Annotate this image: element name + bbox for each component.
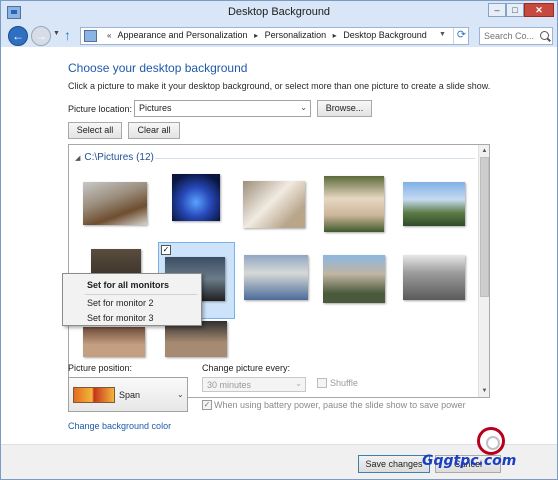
window-title: Desktop Background xyxy=(227,6,331,18)
collapse-triangle-icon[interactable]: ◢ xyxy=(75,155,80,162)
chevron-down-icon: ⌄ xyxy=(295,379,302,388)
picture-location-value: Pictures xyxy=(139,103,172,113)
change-interval-label: Change picture every: xyxy=(202,363,291,373)
instructions-text: Click a picture to make it your desktop … xyxy=(68,81,491,91)
maximize-button[interactable]: □ xyxy=(506,3,524,17)
menu-item-set-monitor-3[interactable]: Set for monitor 3 xyxy=(63,310,201,326)
picture-position-value: Span xyxy=(119,390,141,400)
picture-location-select[interactable]: Pictures ⌄ xyxy=(134,100,311,117)
context-menu: Set for all monitors Set for monitor 2 S… xyxy=(62,273,202,326)
breadcrumb-personalization[interactable]: Personalization xyxy=(265,30,327,40)
menu-item-set-all-monitors[interactable]: Set for all monitors xyxy=(63,277,201,293)
main-content: Choose your desktop background Click a p… xyxy=(1,47,557,479)
up-level-button[interactable]: ↑ xyxy=(64,27,71,43)
address-box[interactable]: « Appearance and Personalization ▸ Perso… xyxy=(80,27,469,45)
picture-thumbnail[interactable] xyxy=(83,327,145,357)
change-interval-select[interactable]: 30 minutes ⌄ xyxy=(202,377,306,392)
group-label: C:\Pictures (12) xyxy=(84,152,154,163)
control-panel-icon xyxy=(84,30,97,42)
breadcrumb-appearance[interactable]: Appearance and Personalization xyxy=(117,30,247,40)
picture-thumbnail[interactable] xyxy=(172,174,220,221)
shuffle-label: Shuffle xyxy=(330,378,358,388)
picture-thumbnail[interactable] xyxy=(403,182,465,226)
page-title: Choose your desktop background xyxy=(68,61,248,75)
save-changes-button[interactable]: Save changes xyxy=(358,455,430,473)
change-interval-value: 30 minutes xyxy=(207,380,252,390)
picture-gallery[interactable]: ◢ C:\Pictures (12) ✓ ▲ ▼ xyxy=(68,144,490,398)
refresh-icon[interactable]: ⟳ xyxy=(453,28,469,44)
shuffle-checkbox[interactable] xyxy=(317,378,327,388)
span-preview-icon xyxy=(73,387,115,403)
scroll-down-icon[interactable]: ▼ xyxy=(479,386,489,396)
battery-pause-label: When using battery power, pause the slid… xyxy=(214,400,466,410)
battery-pause-checkbox[interactable]: ✓ xyxy=(202,400,212,410)
close-button[interactable]: ✕ xyxy=(524,3,554,17)
back-button[interactable]: ← xyxy=(8,26,28,46)
menu-item-set-monitor-2[interactable]: Set for monitor 2 xyxy=(63,295,201,311)
browse-button[interactable]: Browse... xyxy=(317,100,372,117)
breadcrumb-separator-icon: ▸ xyxy=(332,31,337,40)
clear-all-button[interactable]: Clear all xyxy=(128,122,180,139)
breadcrumb-separator-icon: « xyxy=(107,31,112,40)
picture-thumbnail[interactable] xyxy=(403,255,465,300)
minimize-button[interactable]: – xyxy=(488,3,506,17)
watermark-logo-icon xyxy=(477,427,505,455)
scroll-up-icon[interactable]: ▲ xyxy=(479,146,489,156)
search-box[interactable] xyxy=(479,27,553,45)
picture-thumbnail[interactable] xyxy=(323,255,385,303)
recent-pages-dropdown[interactable]: ▼ xyxy=(53,30,60,37)
picture-thumbnail[interactable] xyxy=(324,176,384,232)
select-all-button[interactable]: Select all xyxy=(68,122,122,139)
picture-position-select[interactable]: Span ⌄ xyxy=(68,377,188,412)
change-background-color-link[interactable]: Change background color xyxy=(68,421,171,431)
group-header[interactable]: ◢ C:\Pictures (12) xyxy=(75,152,154,163)
picture-thumbnail[interactable] xyxy=(165,321,227,357)
chevron-down-icon: ⌄ xyxy=(300,103,307,112)
breadcrumb-desktop-background[interactable]: Desktop Background xyxy=(343,30,427,40)
chevron-down-icon: ⌄ xyxy=(177,390,184,399)
breadcrumb: « Appearance and Personalization ▸ Perso… xyxy=(103,30,427,40)
desktop-background-window: Desktop Background – □ ✕ ← → ▼ ↑ « Appea… xyxy=(0,0,558,480)
address-dropdown-icon[interactable]: ▼ xyxy=(439,31,446,38)
search-icon xyxy=(540,31,549,40)
picture-position-label: Picture position: xyxy=(68,363,133,373)
breadcrumb-separator-icon: ▸ xyxy=(254,31,259,40)
picture-thumbnail[interactable] xyxy=(244,255,308,300)
vertical-scrollbar[interactable]: ▲ ▼ xyxy=(478,145,489,397)
forward-button[interactable]: → xyxy=(31,26,51,46)
scrollbar-thumb[interactable] xyxy=(480,157,489,297)
group-divider xyxy=(155,158,475,159)
watermark-text: Gqgtpc.com xyxy=(422,453,517,469)
picture-checkbox[interactable]: ✓ xyxy=(161,245,171,255)
title-bar: Desktop Background – □ ✕ xyxy=(1,1,557,25)
picture-thumbnail[interactable] xyxy=(83,182,147,225)
picture-location-label: Picture location: xyxy=(68,104,133,114)
address-bar-row: ← → ▼ ↑ « Appearance and Personalization… xyxy=(1,25,557,47)
picture-thumbnail[interactable] xyxy=(243,181,305,228)
search-input[interactable] xyxy=(480,28,540,44)
